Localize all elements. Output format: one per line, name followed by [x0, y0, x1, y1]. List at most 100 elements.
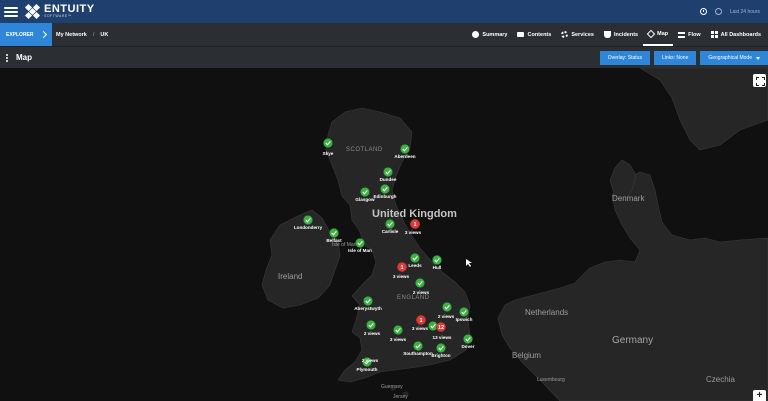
country-label-netherlands: Netherlands: [525, 308, 568, 317]
tab-summary[interactable]: Summary: [467, 23, 512, 46]
zoom-in-button[interactable]: +: [753, 390, 766, 401]
site-marker-aberystwyth[interactable]: [363, 296, 373, 306]
tab-flow[interactable]: Flow: [673, 23, 706, 46]
tab-map[interactable]: Map: [643, 23, 674, 46]
explorer-label: EXPLORER: [6, 31, 34, 38]
country-label-germany: Germany: [612, 335, 653, 346]
folder-icon: [517, 32, 525, 37]
site-marker-edinburgh[interactable]: [380, 184, 390, 194]
site-label: Dundee: [380, 177, 397, 182]
alert-count: 12: [438, 325, 444, 331]
tab-label: Services: [571, 31, 594, 38]
gear-icon: [561, 31, 569, 38]
tab-services[interactable]: Services: [556, 23, 599, 46]
site-label: Dover: [461, 344, 474, 349]
site-label: Londonderry: [294, 225, 323, 230]
view-count-label: 13 views: [433, 335, 452, 340]
site-label: Isle of Man: [348, 248, 372, 253]
links-none-button[interactable]: Links: None: [653, 51, 697, 65]
view-count-label: 3 views: [412, 326, 429, 331]
alert-count: 1: [413, 222, 416, 228]
site-label: Aberdeen: [394, 154, 415, 159]
view-count-label: 2 views: [362, 358, 379, 363]
site-marker[interactable]: [366, 320, 376, 330]
menu-icon[interactable]: [4, 6, 18, 17]
site-marker-leeds[interactable]: [410, 253, 420, 263]
mode-label: Geographical Mode: [708, 55, 752, 61]
overlay-status-button[interactable]: Overlay: Status: [599, 51, 650, 65]
view-count-label: 2 views: [364, 331, 381, 336]
geographical-mode-dropdown[interactable]: Geographical Mode: [700, 51, 768, 65]
tab-label: Contents: [527, 31, 552, 38]
map-canvas[interactable]: SCOTLAND ENGLAND United Kingdom Ireland …: [0, 68, 768, 401]
tab-contents[interactable]: Contents: [512, 23, 556, 46]
map-icon: [646, 29, 656, 38]
site-marker-dundee[interactable]: [383, 167, 393, 177]
tab-label: All Dashboards: [720, 31, 761, 38]
fullscreen-icon[interactable]: [753, 74, 766, 87]
tab-label: Flow: [688, 31, 701, 38]
view-count-label: 3 views: [390, 337, 407, 342]
site-marker-ipswich[interactable]: [459, 307, 469, 317]
country-label-luxembourg: Luxembourg: [537, 377, 565, 383]
site-label: Leeds: [408, 263, 422, 268]
timeframe-icon: [714, 8, 722, 15]
tab-incidents[interactable]: Incidents: [599, 23, 643, 46]
logo-sub: SOFTWARE™: [44, 14, 72, 19]
site-marker-glasgow[interactable]: [360, 187, 370, 197]
view-count-label: 3 views: [393, 274, 410, 279]
breadcrumb-separator: /: [92, 31, 95, 38]
breadcrumb-uk[interactable]: UK: [100, 32, 108, 38]
entuity-logo-icon: [24, 3, 41, 19]
country-label-denmark: Denmark: [612, 194, 645, 203]
site-label: Belfast: [326, 238, 342, 243]
site-label: Carlisle: [382, 229, 399, 234]
site-marker-skye[interactable]: [323, 138, 333, 148]
timeframe-text[interactable]: Last 24 hours: [730, 9, 760, 15]
country-label-united-kingdom: United Kingdom: [372, 208, 457, 220]
site-marker-isle-of-man[interactable]: [355, 238, 365, 248]
site-marker-belfast[interactable]: [329, 228, 339, 238]
country-label-czechia: Czechia: [706, 375, 735, 384]
site-label: Brighton: [431, 353, 450, 358]
site-marker[interactable]: [393, 325, 403, 335]
site-marker[interactable]: [415, 278, 425, 288]
logo[interactable]: ENTUITY SOFTWARE™: [24, 3, 95, 19]
region-label-scotland: SCOTLAND: [346, 147, 383, 153]
page-title: Map: [16, 53, 32, 62]
country-label-jersey: Jersey: [393, 394, 408, 400]
nav-bar: EXPLORER My Network / UK Summary Content…: [0, 23, 768, 46]
alert-count: 1: [419, 318, 422, 324]
site-label: Plymouth: [357, 367, 378, 372]
site-marker-brighton[interactable]: [436, 343, 446, 353]
caret-down-icon: [756, 56, 760, 60]
site-marker-aberdeen[interactable]: [400, 144, 410, 154]
view-count-label: 2 views: [413, 290, 430, 295]
map-toolbar: Map Overlay: Status Links: None Geograph…: [0, 46, 768, 68]
tab-label: Map: [657, 30, 669, 37]
more-options-icon[interactable]: [6, 53, 8, 62]
explorer-button[interactable]: EXPLORER: [0, 23, 52, 46]
site-marker-londonderry[interactable]: [303, 215, 313, 225]
tab-all-dashboards[interactable]: All Dashboards: [706, 23, 766, 46]
site-marker-carlisle[interactable]: [385, 219, 395, 229]
site-label: Hull: [433, 265, 442, 270]
site-marker[interactable]: [442, 302, 452, 312]
grid-icon: [710, 31, 718, 38]
breadcrumb: My Network / UK: [56, 32, 108, 38]
site-marker-southampton[interactable]: [413, 341, 423, 351]
country-label-belgium: Belgium: [512, 351, 541, 360]
site-label: Edinburgh: [374, 194, 397, 199]
map-svg[interactable]: SCOTLAND ENGLAND United Kingdom Ireland …: [0, 68, 768, 401]
clock-icon[interactable]: [699, 8, 707, 15]
chevron-right-icon: [39, 30, 48, 39]
site-marker-hull[interactable]: [432, 255, 442, 265]
country-label-guernsey: Guernsey: [381, 384, 403, 390]
region-label-england: ENGLAND: [397, 295, 430, 301]
tab-label: Incidents: [613, 31, 639, 38]
site-marker-dover[interactable]: [463, 334, 473, 344]
breadcrumb-my-network[interactable]: My Network: [56, 32, 87, 38]
alert-count: 1: [400, 265, 403, 271]
top-bar: ENTUITY SOFTWARE™ Last 24 hours: [0, 0, 768, 23]
info-icon: [472, 31, 480, 38]
